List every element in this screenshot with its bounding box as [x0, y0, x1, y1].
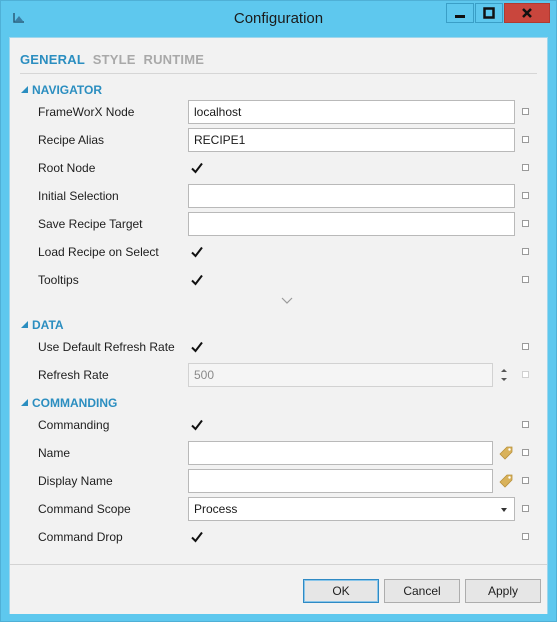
dropdown-arrow-icon — [501, 508, 507, 512]
section-data-title: DATA — [32, 318, 64, 332]
commanding-checkbox[interactable] — [190, 418, 204, 432]
row-use-default-refresh-rate: Use Default Refresh Rate — [10, 335, 547, 359]
command-scope-label: Command Scope — [38, 502, 131, 516]
collapse-triangle-icon — [21, 86, 28, 93]
use-default-refresh-rate-label: Use Default Refresh Rate — [38, 340, 175, 354]
chevron-down-icon[interactable] — [280, 296, 294, 306]
binding-square-icon[interactable] — [522, 371, 529, 378]
maximize-icon — [483, 7, 495, 19]
command-drop-label: Command Drop — [38, 530, 123, 544]
binding-square-icon[interactable] — [522, 276, 529, 283]
frameworx-node-input[interactable]: localhost — [188, 100, 515, 124]
section-commanding-header[interactable]: COMMANDING — [21, 396, 117, 410]
binding-square-icon[interactable] — [522, 505, 529, 512]
binding-square-icon[interactable] — [522, 477, 529, 484]
dialog-footer: OK Cancel Apply — [10, 564, 547, 614]
ok-button[interactable]: OK — [303, 579, 379, 603]
row-save-recipe-target: Save Recipe Target — [10, 212, 547, 236]
row-name: Name — [10, 441, 547, 465]
row-frameworx-node: FrameWorX Node localhost — [10, 100, 547, 124]
minimize-button[interactable] — [446, 3, 474, 23]
display-name-input[interactable] — [188, 469, 493, 493]
configuration-window: Configuration GENERAL STYLE RUNTIME NAVI… — [0, 0, 557, 622]
binding-square-icon[interactable] — [522, 192, 529, 199]
save-recipe-target-input[interactable] — [188, 212, 515, 236]
binding-square-icon[interactable] — [522, 220, 529, 227]
row-refresh-rate: Refresh Rate 500 — [10, 363, 547, 387]
save-recipe-target-label: Save Recipe Target — [38, 217, 143, 231]
binding-square-icon[interactable] — [522, 533, 529, 540]
binding-square-icon[interactable] — [522, 248, 529, 255]
commanding-label: Commanding — [38, 418, 110, 432]
name-input[interactable] — [188, 441, 493, 465]
command-scope-select[interactable]: Process — [188, 497, 515, 521]
command-scope-value: Process — [194, 502, 238, 516]
tag-icon[interactable] — [498, 473, 514, 489]
title-bar[interactable]: Configuration — [1, 1, 556, 37]
load-recipe-on-select-checkbox[interactable] — [190, 245, 204, 259]
minimize-icon — [455, 15, 465, 18]
tab-divider — [20, 73, 537, 74]
recipe-alias-label: Recipe Alias — [38, 133, 105, 147]
tooltips-label: Tooltips — [38, 273, 79, 287]
recipe-alias-input[interactable]: RECIPE1 — [188, 128, 515, 152]
refresh-rate-input[interactable]: 500 — [188, 363, 493, 387]
row-recipe-alias: Recipe Alias RECIPE1 — [10, 128, 547, 152]
frameworx-node-label: FrameWorX Node — [38, 105, 135, 119]
initial-selection-label: Initial Selection — [38, 189, 119, 203]
dialog-client-area: GENERAL STYLE RUNTIME NAVIGATOR FrameWor… — [9, 37, 548, 614]
collapse-triangle-icon — [21, 321, 28, 328]
row-initial-selection: Initial Selection — [10, 184, 547, 208]
binding-square-icon[interactable] — [522, 136, 529, 143]
section-commanding-title: COMMANDING — [32, 396, 118, 410]
apply-button[interactable]: Apply — [465, 579, 541, 603]
tooltips-checkbox[interactable] — [190, 273, 204, 287]
display-name-label: Display Name — [38, 474, 113, 488]
section-navigator-title: NAVIGATOR — [32, 83, 103, 97]
section-navigator-header[interactable]: NAVIGATOR — [21, 83, 102, 97]
root-node-label: Root Node — [38, 161, 96, 175]
refresh-rate-label: Refresh Rate — [38, 368, 109, 382]
command-drop-checkbox[interactable] — [190, 530, 204, 544]
binding-square-icon[interactable] — [522, 421, 529, 428]
collapse-triangle-icon — [21, 399, 28, 406]
root-node-checkbox[interactable] — [190, 161, 204, 175]
use-default-refresh-rate-checkbox[interactable] — [190, 340, 204, 354]
load-recipe-on-select-label: Load Recipe on Select — [38, 245, 159, 259]
tab-strip: GENERAL STYLE RUNTIME — [20, 52, 208, 67]
cancel-button[interactable]: Cancel — [384, 579, 460, 603]
tag-icon[interactable] — [498, 445, 514, 461]
binding-square-icon[interactable] — [522, 343, 529, 350]
row-commanding: Commanding — [10, 413, 547, 437]
close-button[interactable] — [504, 3, 550, 23]
row-load-recipe-on-select: Load Recipe on Select — [10, 240, 547, 264]
tab-runtime[interactable]: RUNTIME — [144, 52, 205, 67]
row-command-drop: Command Drop — [10, 525, 547, 549]
binding-square-icon[interactable] — [522, 164, 529, 171]
row-root-node: Root Node — [10, 156, 547, 180]
binding-square-icon[interactable] — [522, 108, 529, 115]
close-icon — [522, 8, 532, 18]
section-data-header[interactable]: DATA — [21, 318, 64, 332]
spinner-icon[interactable] — [497, 364, 511, 386]
binding-square-icon[interactable] — [522, 449, 529, 456]
maximize-button[interactable] — [475, 3, 503, 23]
row-display-name: Display Name — [10, 469, 547, 493]
row-command-scope: Command Scope Process — [10, 497, 547, 521]
row-tooltips: Tooltips — [10, 268, 547, 292]
tab-general[interactable]: GENERAL — [20, 52, 85, 67]
tab-style[interactable]: STYLE — [93, 52, 136, 67]
name-label: Name — [38, 446, 71, 460]
initial-selection-input[interactable] — [188, 184, 515, 208]
